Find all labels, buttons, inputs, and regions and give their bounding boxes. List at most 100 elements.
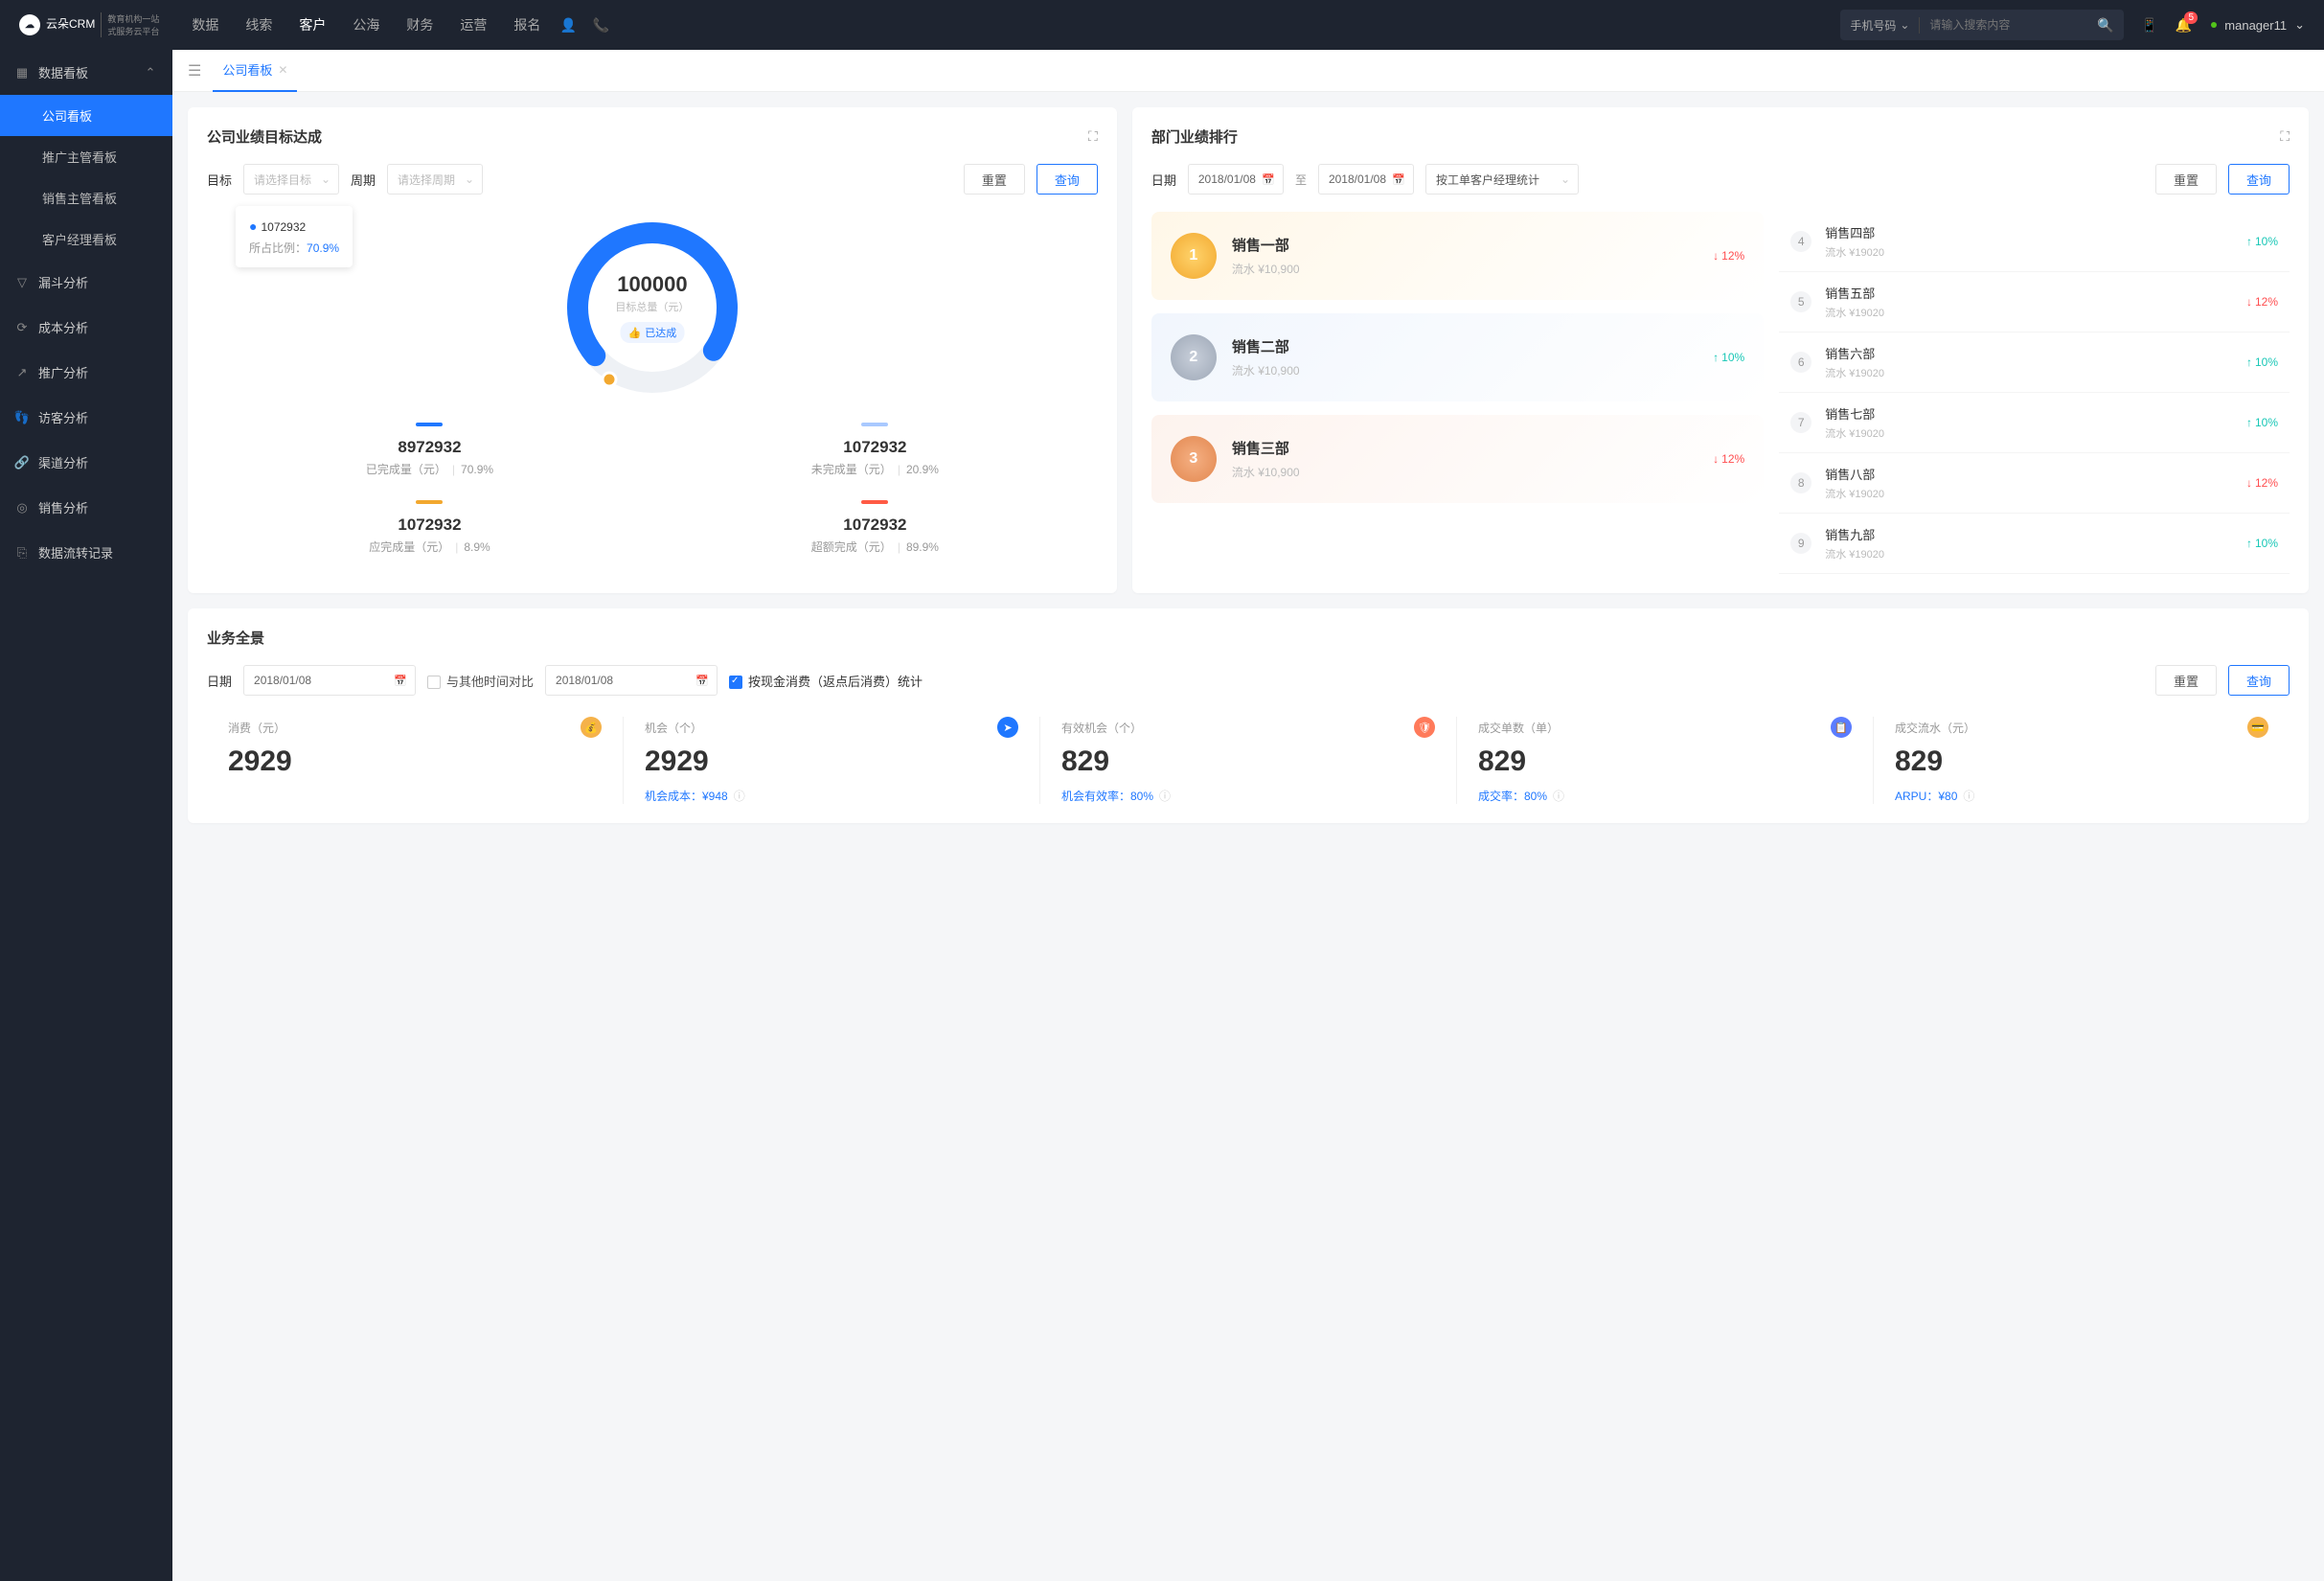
arrow-icon: ↑ [2246,416,2252,429]
stat-cell: 1072932未完成量（元）|20.9% [652,423,1098,477]
arrow-icon: ↓ [2246,295,2252,309]
sidebar-group-data-board[interactable]: ▦数据看板 ⌃ [0,50,172,95]
menu-item-icon: ⟳ [15,321,29,334]
chart-tooltip: ●1072932 所占比例：70.9% [236,206,353,267]
chevron-up-icon: ⌃ [144,66,157,80]
arrow-icon: ↓ [1713,452,1719,466]
biz-date-compare[interactable]: 2018/01/08 [545,665,718,696]
dashboard-icon: ▦ [15,66,29,80]
user-menu[interactable]: manager11 ⌄ [2211,17,2305,33]
menu-item-icon: ◎ [15,501,29,515]
topnav-数据[interactable]: 数据 [192,15,218,34]
menu-icon[interactable]: ☰ [188,61,201,80]
rank-title: 部门业绩排行 [1151,126,1238,147]
sidebar-item[interactable]: ⎘数据流转记录 [0,530,172,575]
rank-stat-select[interactable]: 按工单客户经理统计 [1425,164,1579,195]
stat-cell: 8972932已完成量（元）|70.9% [207,423,652,477]
sidebar-item[interactable]: ↗推广分析 [0,350,172,395]
phone-icon[interactable]: 📞 [594,18,607,32]
status-dot-icon [2211,22,2217,28]
menu-item-icon: 👣 [15,411,29,424]
rank-top-item: 2销售二部流水 ¥10,900↑ 10% [1151,313,1764,401]
biz-title: 业务全景 [207,628,264,648]
help-icon[interactable]: ⓘ [1963,788,1974,804]
logo: ☁ 云朵CRM 教育机构一站 式服务云平台 [19,12,159,37]
close-icon[interactable]: ✕ [278,63,287,77]
rank-top-item: 3销售三部流水 ¥10,900↓ 12% [1151,415,1764,503]
reset-button[interactable]: 重置 [2155,665,2217,696]
rank-row: 6销售六部流水 ¥19020↑ 10% [1779,332,2290,393]
help-icon[interactable]: ⓘ [734,788,745,804]
topbar: ☁ 云朵CRM 教育机构一站 式服务云平台 数据 线索 客户 公海 财务 运营 报名 👤 📞… [0,0,2324,50]
reset-button[interactable]: 重置 [964,164,1025,195]
medal-icon: 2 [1171,334,1217,380]
tabs: ☰ 公司看板 ✕ [172,50,2324,92]
mobile-icon[interactable]: 📱 [2143,18,2156,32]
search-input[interactable] [1920,18,2087,32]
rank-row: 7销售七部流水 ¥19020↑ 10% [1779,393,2290,453]
logo-main: 云朵CRM [46,18,95,31]
arrow-icon: ↑ [2246,235,2252,248]
main: ☰ 公司看板 ✕ 公司业绩目标达成 ⛶ 目标 请选择目标 周期 [172,50,2324,1581]
sidebar-sub[interactable]: 公司看板 [0,95,172,136]
sidebar: ▦数据看板 ⌃ 公司看板推广主管看板销售主管看板客户经理看板 ▽漏斗分析⟳成本分… [0,50,172,1581]
arrow-icon: ↑ [1713,351,1719,364]
thumbs-up-icon: 👍 [628,327,642,339]
rank-row: 8销售八部流水 ¥19020↓ 12% [1779,453,2290,514]
notification-icon[interactable]: 🔔5 [2176,17,2192,34]
metric-icon: 💰 [581,717,602,738]
sidebar-item[interactable]: ▽漏斗分析 [0,260,172,305]
topnav: 数据 线索 客户 公海 财务 运营 报名 [192,15,540,34]
checkbox-icon [427,676,441,689]
help-icon[interactable]: ⓘ [1159,788,1171,804]
user-icon[interactable]: 👤 [561,18,575,32]
query-button[interactable]: 查询 [2228,164,2290,195]
menu-item-icon: 🔗 [15,456,29,470]
rank-top-item: 1销售一部流水 ¥10,900↓ 12% [1151,212,1764,300]
sidebar-item[interactable]: 🔗渠道分析 [0,440,172,485]
expand-icon[interactable]: ⛶ [1088,128,1098,145]
search-icon[interactable]: 🔍 [2087,17,2123,34]
menu-item-icon: ▽ [15,276,29,289]
rank-card: 部门业绩排行 ⛶ 日期 2018/01/08 至 2018/01/08 按工单客… [1132,107,2309,593]
query-button[interactable]: 查询 [1037,164,1098,195]
sidebar-sub[interactable]: 推广主管看板 [0,136,172,177]
achieved-badge: 👍 已达成 [621,322,685,343]
topnav-公海[interactable]: 公海 [353,15,379,34]
compare-checkbox[interactable]: 与其他时间对比 [427,672,534,690]
rank-date-to[interactable]: 2018/01/08 [1318,164,1414,195]
rank-date-from[interactable]: 2018/01/08 [1188,164,1284,195]
sidebar-sub[interactable]: 销售主管看板 [0,177,172,218]
arrow-icon: ↑ [2246,537,2252,550]
sidebar-item[interactable]: ◎销售分析 [0,485,172,530]
arrow-icon: ↓ [1713,249,1719,263]
arrow-icon: ↓ [2246,476,2252,490]
reset-button[interactable]: 重置 [2155,164,2217,195]
rank-row: 5销售五部流水 ¥19020↓ 12% [1779,272,2290,332]
topnav-线索[interactable]: 线索 [245,15,272,34]
rank-row: 9销售九部流水 ¥19020↑ 10% [1779,514,2290,574]
sidebar-sub[interactable]: 客户经理看板 [0,218,172,260]
sidebar-item[interactable]: ⟳成本分析 [0,305,172,350]
topnav-客户[interactable]: 客户 [299,15,326,34]
period-select[interactable]: 请选择周期 [387,164,483,195]
search-type-select[interactable]: 手机号码⌄ [1840,17,1920,34]
medal-icon: 1 [1171,233,1217,279]
expand-icon[interactable]: ⛶ [2280,128,2290,145]
target-card: 公司业绩目标达成 ⛶ 目标 请选择目标 周期 请选择周期 重置 查询 [188,107,1117,593]
help-icon[interactable]: ⓘ [1553,788,1564,804]
biz-cell: 机会（个）➤2929机会成本：¥948 ⓘ [624,717,1040,804]
search-box: 手机号码⌄ 🔍 [1840,10,2124,40]
biz-date[interactable]: 2018/01/08 [243,665,416,696]
topnav-财务[interactable]: 财务 [406,15,433,34]
topnav-运营[interactable]: 运营 [460,15,487,34]
cash-checkbox[interactable]: 按现金消费（返点后消费）统计 [729,672,923,690]
tab-company-board[interactable]: 公司看板 ✕ [213,50,297,92]
target-select[interactable]: 请选择目标 [243,164,339,195]
topnav-报名[interactable]: 报名 [513,15,540,34]
sidebar-item[interactable]: 👣访客分析 [0,395,172,440]
metric-icon: 📋 [1831,717,1852,738]
stat-cell: 1072932超额完成（元）|89.9% [652,500,1098,555]
query-button[interactable]: 查询 [2228,665,2290,696]
menu-item-icon: ↗ [15,366,29,379]
